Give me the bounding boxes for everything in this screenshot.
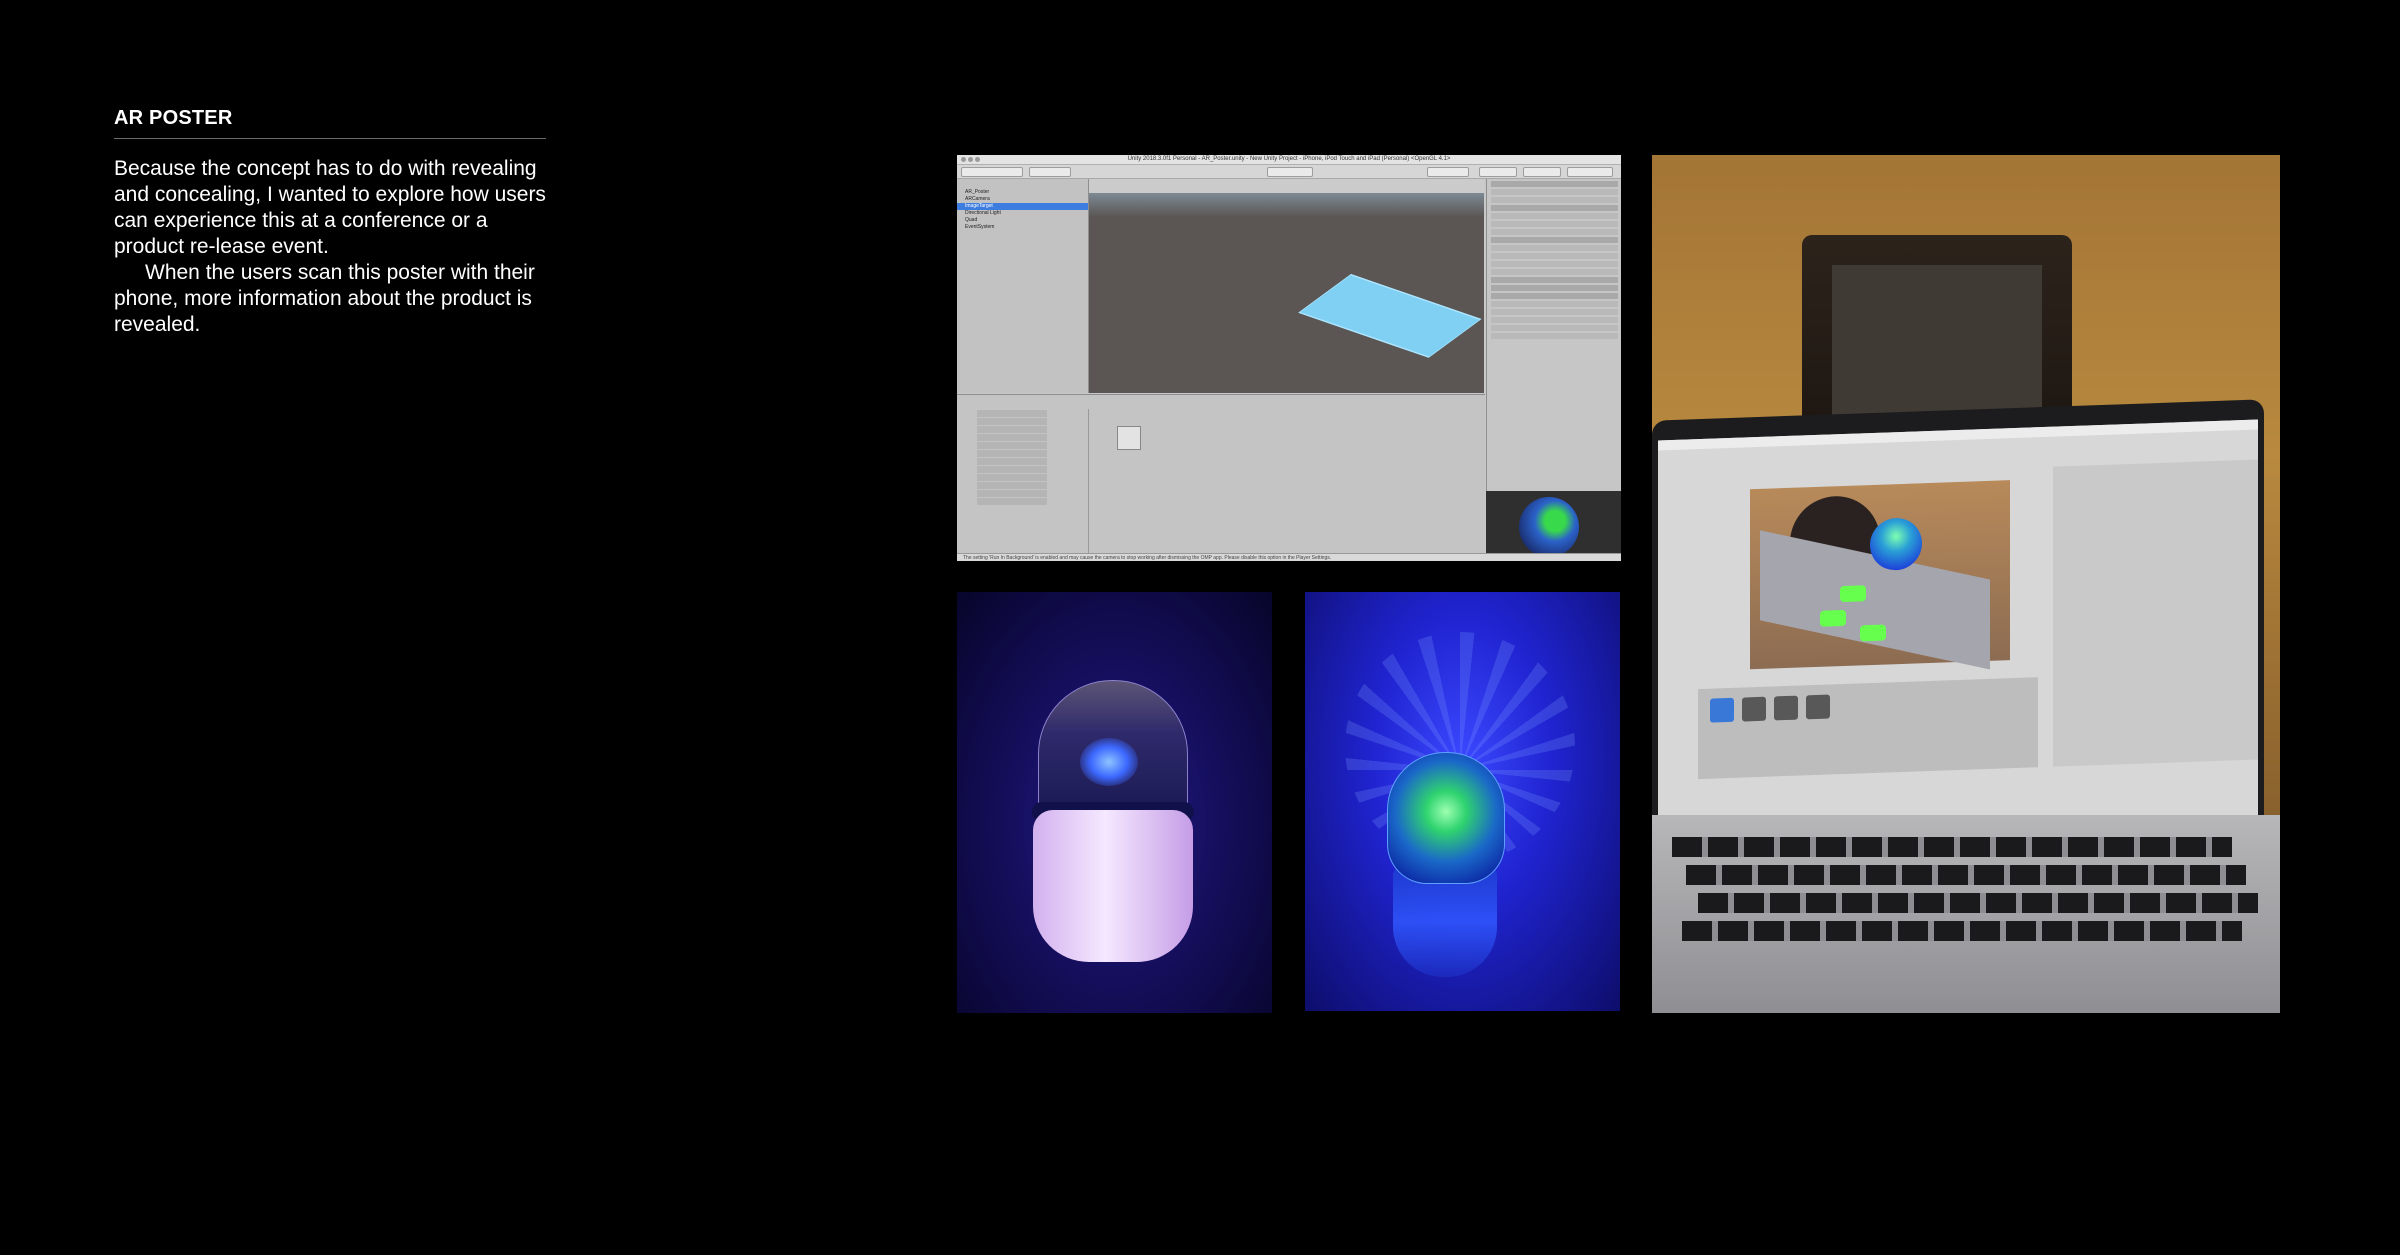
unity-window-title: Unity 2018.3.0f1 Personal - AR_Poster.un… [1127, 156, 1451, 162]
collab-button [1427, 167, 1469, 177]
paragraph-1: Because the concept has to do with revea… [114, 157, 546, 258]
hierarchy-item: Directional Light [965, 210, 1001, 216]
preview-panel [1486, 491, 1621, 561]
laptop-screen [1658, 419, 2258, 846]
glowing-orb-photo [1305, 592, 1620, 1011]
hierarchy-item: AR_Poster [965, 189, 990, 195]
hierarchy-item-selected: ImageTarget [957, 203, 1088, 210]
lamp-base [1033, 810, 1193, 962]
transform-tools [961, 167, 1023, 177]
laptop [1652, 399, 2264, 861]
unity-status-bar: The setting 'Run In Background' is enabl… [957, 553, 1621, 561]
preview-sphere [1519, 497, 1579, 557]
scene-view [1089, 179, 1484, 393]
scene-skybox [1089, 193, 1484, 217]
unity-editor-screenshot: Unity 2018.3.0f1 Personal - AR_Poster.un… [957, 155, 1621, 561]
section-title: AR POSTER [114, 107, 233, 129]
unity-title-bar: Unity 2018.3.0f1 Personal - AR_Poster.un… [957, 155, 1621, 165]
project-tree [957, 409, 1089, 553]
hierarchy-item: ARCamera [965, 196, 990, 202]
scene-tabs [1089, 179, 1484, 194]
lamp-glow [1080, 738, 1138, 786]
inspector-panel [1486, 179, 1621, 491]
pivot-toggle [1029, 167, 1071, 177]
layout-button [1567, 167, 1613, 177]
unity-toolbar [957, 165, 1621, 179]
layers-button [1523, 167, 1561, 177]
laptop-keyboard [1652, 815, 2280, 1013]
orb-dome [1387, 752, 1505, 884]
project-panel [957, 394, 1485, 553]
lamp-photo [957, 592, 1272, 1013]
account-button [1479, 167, 1517, 177]
asset-icon [1117, 426, 1141, 450]
ar-camera-view [1750, 480, 2010, 670]
image-target-plane [1298, 274, 1482, 358]
play-controls [1267, 167, 1313, 177]
laptop-ar-demo-photo [1652, 155, 2280, 1013]
title-divider [114, 138, 546, 139]
paragraph-2: When the users scan this poster with the… [114, 261, 535, 336]
hierarchy-item: EventSystem [965, 224, 995, 230]
hierarchy-panel: AR_Poster ARCamera ImageTarget Direction… [957, 179, 1089, 393]
hierarchy-item: Quad [965, 217, 978, 223]
text-column: AR POSTER Because the concept has to do … [114, 106, 546, 338]
description-paragraph: Because the concept has to do with revea… [114, 156, 546, 338]
